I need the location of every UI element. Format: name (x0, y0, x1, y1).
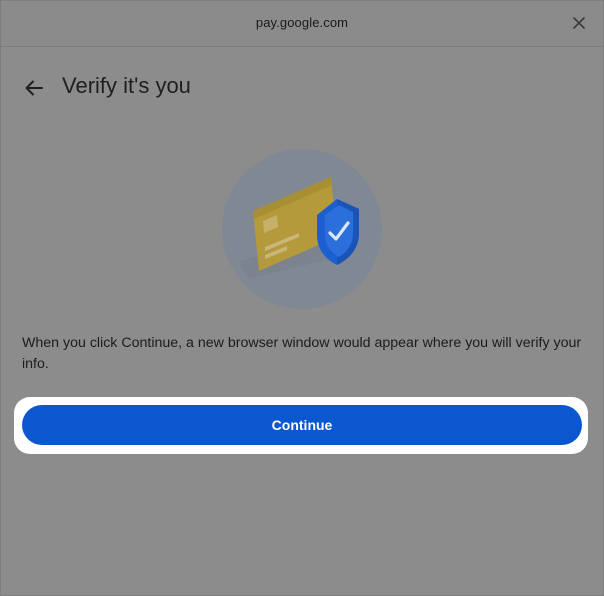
close-button[interactable] (569, 13, 589, 33)
arrow-left-icon (25, 80, 43, 96)
back-button[interactable] (21, 75, 47, 101)
dialog-header: Verify it's you (1, 47, 603, 127)
close-icon (573, 17, 585, 29)
page-title: Verify it's you (62, 73, 191, 98)
continue-button[interactable]: Continue (22, 405, 582, 445)
verification-message: When you click Continue, a new browser w… (22, 335, 582, 372)
url-label: pay.google.com (255, 15, 349, 30)
card-with-shield-checkmark-icon (222, 149, 382, 309)
verification-dialog: pay.google.com Verify it's you When you … (0, 0, 604, 596)
dialog-titlebar: pay.google.com (1, 1, 603, 47)
card-shield-illustration (221, 149, 383, 309)
